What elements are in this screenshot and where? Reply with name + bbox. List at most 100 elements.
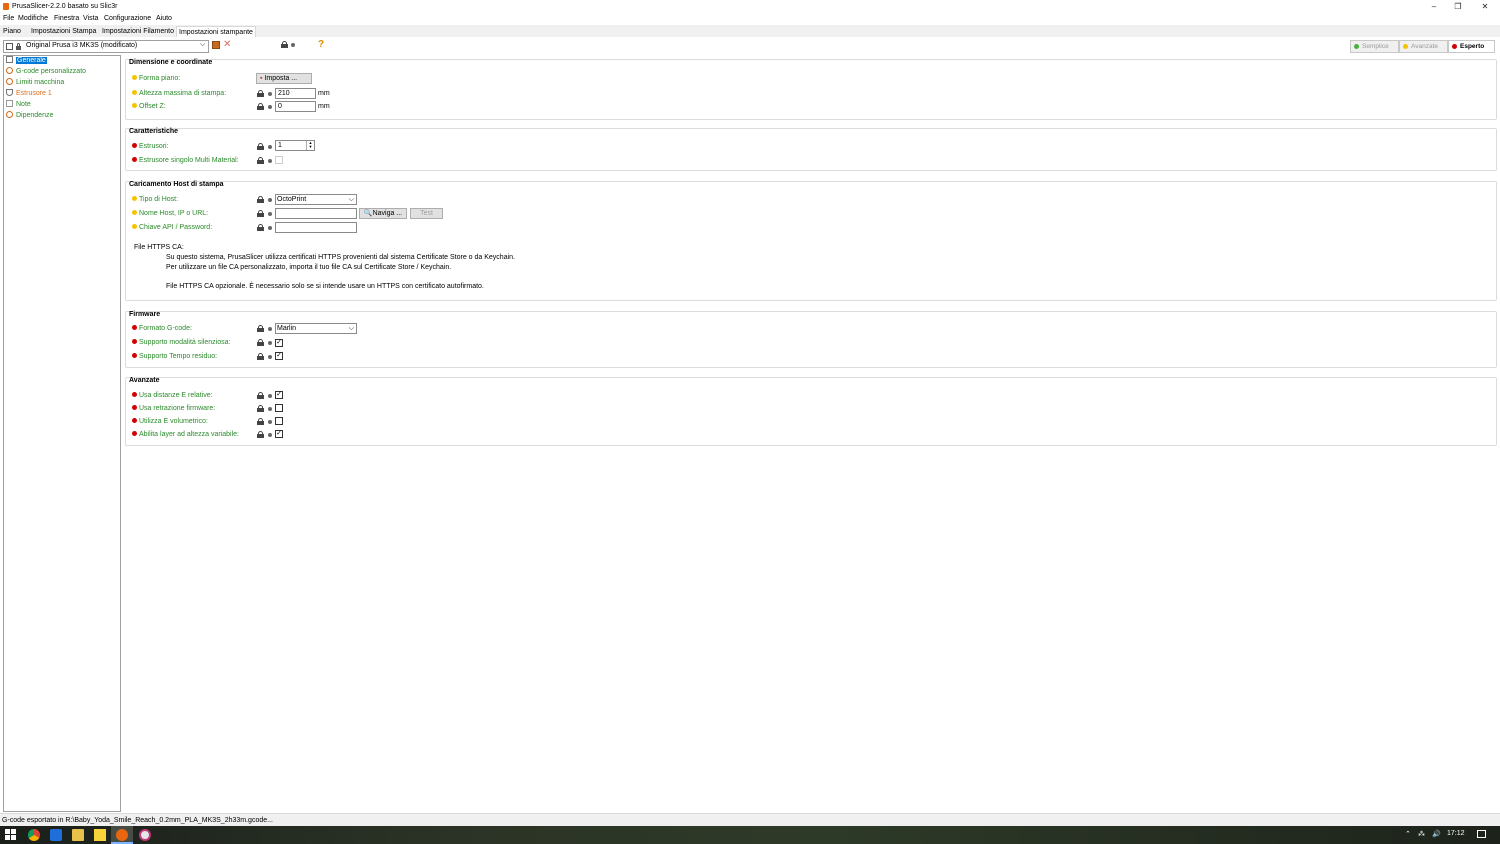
test-button[interactable]: Test: [410, 208, 443, 219]
option-relative-e: Usa distanze E relative:: [132, 392, 213, 399]
preset-name: Original Prusa i3 MK3S (modificato): [26, 42, 138, 49]
bullet-icon[interactable]: [268, 355, 272, 359]
host-type-select[interactable]: OctoPrint ⌵: [275, 194, 357, 205]
red-dot-icon: [1452, 43, 1457, 49]
sidebar-item-machine-limits[interactable]: Limiti macchina: [6, 78, 64, 88]
bullet-icon[interactable]: [268, 198, 272, 202]
menu-file[interactable]: File: [3, 15, 14, 22]
notifications-icon[interactable]: [1477, 830, 1486, 838]
max-height-input[interactable]: 210: [275, 88, 316, 99]
group-advanced: [125, 377, 1497, 446]
tab-plater[interactable]: Piano: [1, 26, 23, 37]
cog-icon: [6, 78, 13, 85]
gcode-flavor-select[interactable]: Marlin ⌵: [275, 323, 357, 334]
printer-icon: [6, 43, 13, 50]
lock-icon[interactable]: [257, 103, 264, 110]
file-explorer-icon[interactable]: [72, 829, 84, 841]
yellow-dot-icon: [1403, 43, 1408, 49]
lock-icon[interactable]: [257, 196, 264, 203]
bullet-icon[interactable]: [268, 212, 272, 216]
bullet-icon[interactable]: [268, 407, 272, 411]
bullet-icon[interactable]: [268, 327, 272, 331]
mode-advanced-button[interactable]: Avanzate: [1399, 40, 1448, 53]
silent-mode-checkbox[interactable]: ✓: [275, 339, 283, 347]
menu-help[interactable]: Aiuto: [156, 15, 172, 22]
menu-edit[interactable]: Modifiche: [18, 15, 48, 22]
remaining-time-checkbox[interactable]: ✓: [275, 352, 283, 360]
option-extruders: Estrusori:: [132, 143, 169, 150]
tab-filament-settings[interactable]: Impostazioni Filamento: [100, 26, 176, 37]
option-bed-shape: Forma piano:: [132, 75, 180, 82]
lock-icon[interactable]: [257, 339, 264, 346]
bullet-icon[interactable]: [268, 145, 272, 149]
delete-preset-icon[interactable]: ✕: [223, 39, 231, 50]
bed-shape-button[interactable]: ▪ Imposta ...: [256, 73, 312, 84]
restore-button[interactable]: ❐: [1447, 0, 1469, 13]
sidebar-item-general[interactable]: Generale: [6, 56, 47, 66]
minimize-button[interactable]: –: [1423, 0, 1445, 13]
sidebar-item-dependencies[interactable]: Dipendenze: [6, 111, 53, 121]
sticky-notes-icon[interactable]: [94, 829, 106, 841]
volume-icon[interactable]: 🔊: [1432, 830, 1441, 838]
lock-icon[interactable]: [257, 157, 264, 164]
volumetric-e-checkbox[interactable]: [275, 417, 283, 425]
bullet-icon[interactable]: [268, 226, 272, 230]
app-icon[interactable]: [139, 829, 151, 841]
network-icon[interactable]: ⁂: [1418, 830, 1425, 838]
clock[interactable]: 17:12: [1447, 830, 1465, 837]
lock-icon[interactable]: [257, 90, 264, 97]
mail-icon[interactable]: [50, 829, 62, 841]
mode-simple-button[interactable]: Semplice: [1350, 40, 1399, 53]
browse-button[interactable]: 🔍Naviga ...: [359, 208, 407, 219]
lock-icon[interactable]: [257, 224, 264, 231]
group-title: Caratteristiche: [129, 128, 179, 135]
chevron-up-icon[interactable]: ⌃: [1405, 830, 1411, 838]
menu-view[interactable]: Vista: [83, 15, 98, 22]
bullet-icon[interactable]: [268, 159, 272, 163]
option-silent-mode: Supporto modalità silenziosa:: [132, 339, 230, 346]
chrome-icon[interactable]: [28, 829, 40, 841]
red-dot-icon: [132, 325, 137, 330]
bullet-icon[interactable]: [268, 420, 272, 424]
printer-preset-combo[interactable]: Original Prusa i3 MK3S (modificato) ⌵: [3, 40, 209, 53]
bullet-icon[interactable]: [268, 105, 272, 109]
extruders-spinner[interactable]: 1 ▲ ▼: [275, 140, 315, 151]
sidebar-item-custom-gcode[interactable]: G-code personalizzato: [6, 67, 86, 77]
option-variable-layer-height: Abilita layer ad altezza variabile:: [132, 431, 239, 438]
lock-icon[interactable]: [257, 353, 264, 360]
variable-layer-height-checkbox[interactable]: ✓: [275, 430, 283, 438]
lock-icon[interactable]: [257, 405, 264, 412]
firmware-retraction-checkbox[interactable]: [275, 404, 283, 412]
save-preset-icon[interactable]: [212, 41, 220, 49]
bullet-icon[interactable]: [268, 341, 272, 345]
menu-configuration[interactable]: Configurazione: [104, 15, 151, 22]
lock-icon[interactable]: [257, 325, 264, 332]
lock-icon[interactable]: [257, 392, 264, 399]
bullet-icon[interactable]: [268, 92, 272, 96]
group-title: Dimensione e coordinate: [129, 59, 213, 66]
bed-icon: ▪: [260, 75, 263, 82]
mode-expert-button[interactable]: Esperto: [1448, 40, 1495, 53]
spinner-arrows-icon[interactable]: ▲ ▼: [306, 141, 314, 150]
tab-print-settings[interactable]: Impostazioni Stampa: [29, 26, 98, 37]
sidebar-item-extruder-1[interactable]: Estrusore 1: [6, 89, 52, 99]
lock-icon[interactable]: [257, 418, 264, 425]
relative-e-checkbox[interactable]: ✓: [275, 391, 283, 399]
bullet-icon[interactable]: [268, 394, 272, 398]
group-firmware: [125, 311, 1497, 368]
close-button[interactable]: ✕: [1474, 0, 1496, 13]
wrench-icon: [6, 111, 13, 118]
lock-icon[interactable]: [257, 143, 264, 150]
windows-start-icon[interactable]: [5, 829, 17, 841]
api-key-input[interactable]: [275, 222, 357, 233]
bullet-icon[interactable]: [268, 433, 272, 437]
unit-label: mm: [318, 103, 330, 110]
hostname-input[interactable]: [275, 208, 357, 219]
lock-icon[interactable]: [257, 431, 264, 438]
sidebar-item-notes[interactable]: Note: [6, 100, 31, 110]
help-icon[interactable]: ?: [318, 39, 324, 50]
single-extruder-mm-checkbox[interactable]: [275, 156, 283, 164]
lock-icon[interactable]: [257, 210, 264, 217]
menu-window[interactable]: Finestra: [54, 15, 79, 22]
z-offset-input[interactable]: 0: [275, 101, 316, 112]
